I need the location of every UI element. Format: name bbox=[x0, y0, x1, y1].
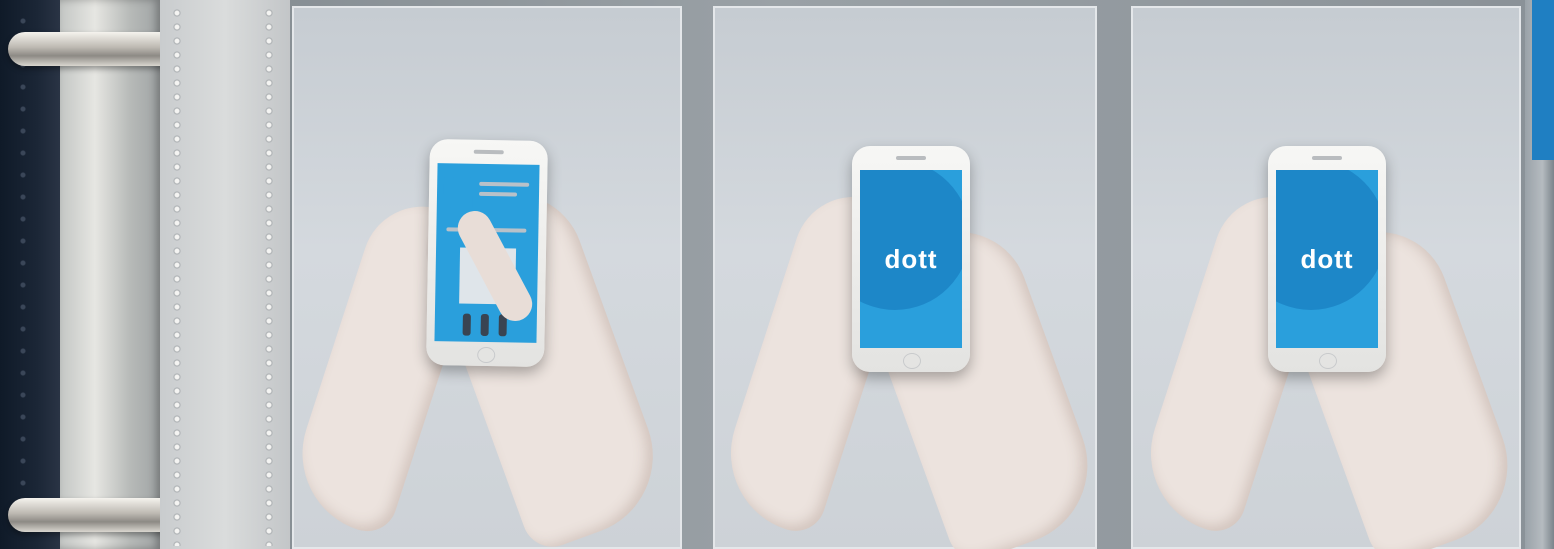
dott-logo: dott bbox=[884, 244, 938, 274]
binder-ring-plate bbox=[60, 0, 160, 549]
phone-3: dott bbox=[1268, 146, 1386, 372]
figure-image bbox=[462, 313, 471, 336]
phone-2-screen: dott bbox=[860, 170, 962, 348]
blue-divider-tab bbox=[1532, 0, 1554, 160]
text-line bbox=[478, 191, 518, 197]
phone-speaker bbox=[896, 156, 926, 160]
photo-scene: dott dott bbox=[0, 0, 1554, 549]
phone-3-screen: dott bbox=[1276, 170, 1378, 348]
splash-arc-graphic bbox=[860, 170, 962, 310]
phone-speaker bbox=[473, 149, 504, 155]
home-button bbox=[903, 353, 921, 369]
binder-spine bbox=[0, 0, 62, 549]
phone-speaker bbox=[1312, 156, 1342, 160]
app-thumbnail bbox=[442, 177, 474, 208]
text-line bbox=[479, 181, 530, 187]
phone-2: dott bbox=[852, 146, 970, 372]
dott-logo: dott bbox=[1300, 244, 1354, 274]
spine-texture bbox=[18, 10, 28, 540]
punch-holes-right bbox=[264, 6, 274, 546]
punched-page-edge bbox=[160, 0, 290, 549]
figure-image bbox=[480, 313, 489, 337]
splash-arc-graphic bbox=[1276, 170, 1378, 310]
home-button bbox=[477, 346, 496, 364]
punch-holes-left bbox=[172, 6, 182, 546]
home-button bbox=[1319, 353, 1337, 369]
